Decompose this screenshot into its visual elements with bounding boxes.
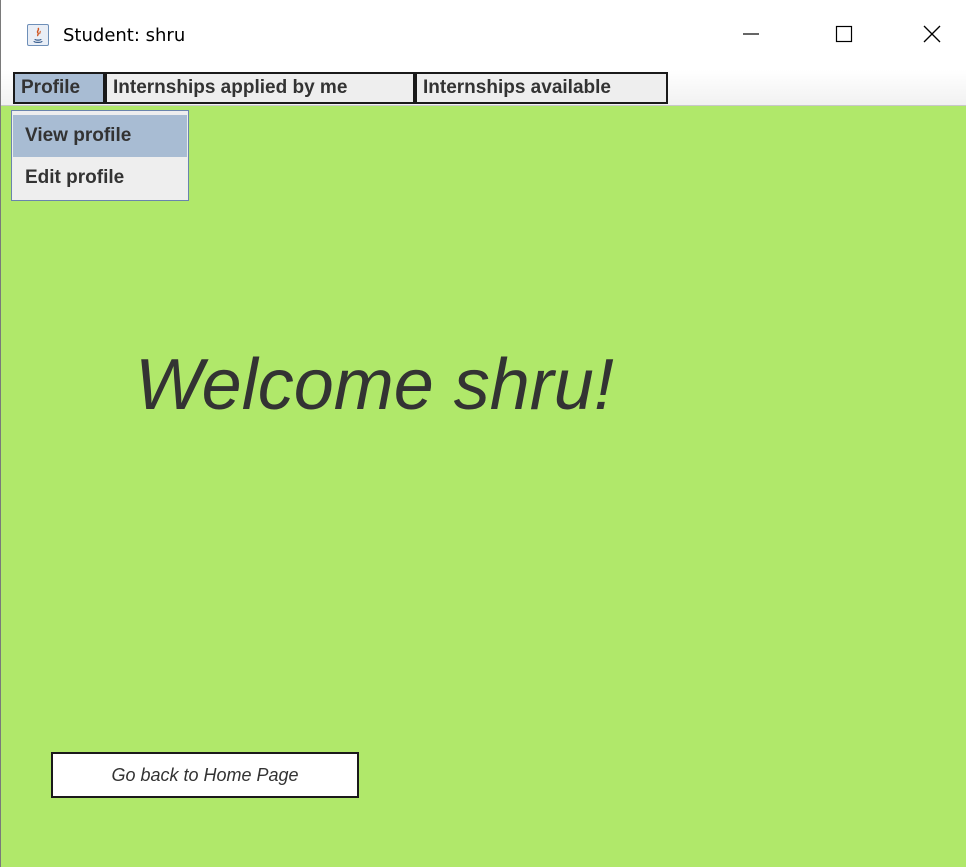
- close-icon: [922, 24, 942, 49]
- maximize-button[interactable]: [819, 18, 869, 54]
- menu-internships-applied[interactable]: Internships applied by me: [105, 72, 415, 104]
- profile-dropdown-menu: View profile Edit profile: [11, 110, 189, 201]
- menu-profile[interactable]: Profile: [13, 72, 105, 104]
- minimize-icon: [741, 24, 761, 49]
- menu-internships-available[interactable]: Internships available: [415, 72, 668, 104]
- content-panel: Welcome shru! Go back to Home Page: [1, 106, 966, 867]
- window-title: Student: shru: [63, 25, 186, 46]
- app-window: Student: shru Profile Internships applie…: [0, 0, 966, 867]
- welcome-heading: Welcome shru!: [135, 345, 614, 425]
- menu-item-edit-profile[interactable]: Edit profile: [13, 157, 187, 199]
- title-bar: Student: shru: [1, 0, 966, 70]
- close-button[interactable]: [907, 18, 957, 54]
- menu-bar: Profile Internships applied by me Intern…: [1, 70, 966, 106]
- java-app-icon: [27, 24, 49, 46]
- go-home-button[interactable]: Go back to Home Page: [51, 752, 359, 798]
- menu-item-view-profile[interactable]: View profile: [13, 115, 187, 157]
- maximize-icon: [834, 24, 854, 49]
- minimize-button[interactable]: [726, 18, 776, 54]
